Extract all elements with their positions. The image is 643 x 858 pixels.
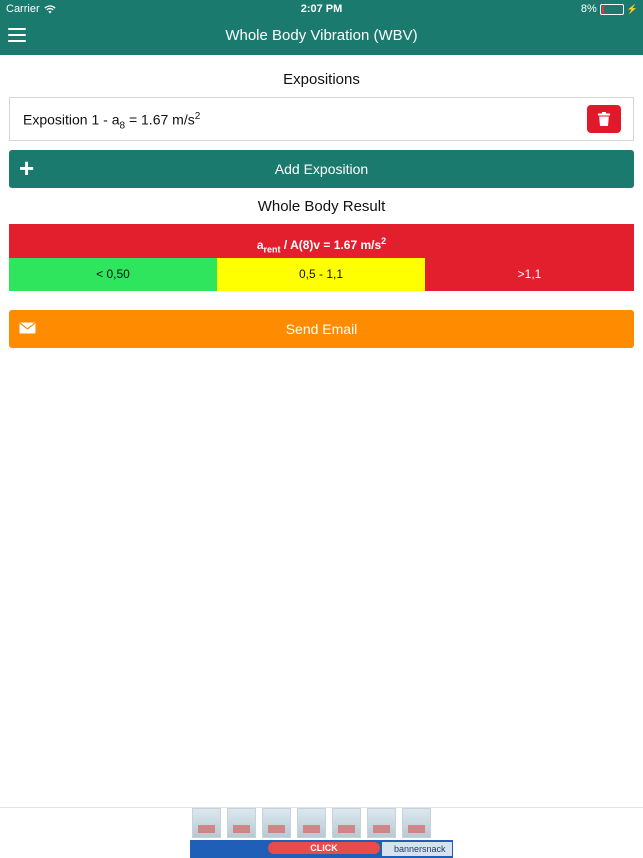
exposition-label: Exposition 1 - a8 = 1.67 m/s2 [23, 111, 201, 132]
ad-thumbnail [297, 808, 326, 838]
ad-thumbnail [227, 808, 256, 838]
ad-strip: CLICK bannersnack [190, 840, 453, 858]
ad-thumbnail [332, 808, 361, 838]
ad-thumbnail [262, 808, 291, 838]
battery-group: 8% ⚡ [581, 3, 638, 15]
result-heading: Whole Body Result [257, 198, 386, 215]
range-high: >1,1 [425, 258, 634, 291]
ad-thumbnail [192, 808, 221, 838]
charging-bolt-icon: ⚡ [626, 3, 638, 14]
send-email-label: Send Email [285, 321, 358, 337]
battery-icon [599, 3, 624, 15]
ad-click-button[interactable]: CLICK [268, 842, 380, 854]
delete-exposition-button[interactable] [587, 105, 621, 133]
nav-bar: Whole Body Vibration (WBV) [0, 18, 643, 55]
ad-banner[interactable]: CLICK bannersnack [190, 808, 453, 858]
result-value-bar: arent / A(8)v = 1.67 m/s2 [9, 224, 634, 258]
status-time: 2:07 PM [300, 3, 343, 15]
add-exposition-button[interactable]: + Add Exposition [9, 150, 634, 188]
battery-percent: 8% [580, 3, 597, 15]
add-exposition-label: Add Exposition [274, 161, 369, 177]
ad-thumbnail [367, 808, 396, 838]
range-low: < 0,50 [9, 258, 217, 291]
ad-brand-label: bannersnack [382, 842, 452, 856]
exposition-row[interactable]: Exposition 1 - a8 = 1.67 m/s2 [9, 97, 634, 141]
trash-icon [598, 112, 610, 126]
ad-thumbnails [190, 808, 453, 840]
status-bar: Carrier 2:07 PM 8% ⚡ [0, 0, 643, 18]
page-title: Whole Body Vibration (WBV) [225, 27, 418, 44]
result-ranges: < 0,50 0,5 - 1,1 >1,1 [9, 258, 634, 291]
expositions-heading: Expositions [283, 71, 360, 88]
range-mid: 0,5 - 1,1 [217, 258, 425, 291]
top-bar: Carrier 2:07 PM 8% ⚡ Whole Body Vibratio… [0, 0, 643, 55]
send-email-button[interactable]: Send Email [9, 310, 634, 348]
ad-thumbnail [402, 808, 431, 838]
